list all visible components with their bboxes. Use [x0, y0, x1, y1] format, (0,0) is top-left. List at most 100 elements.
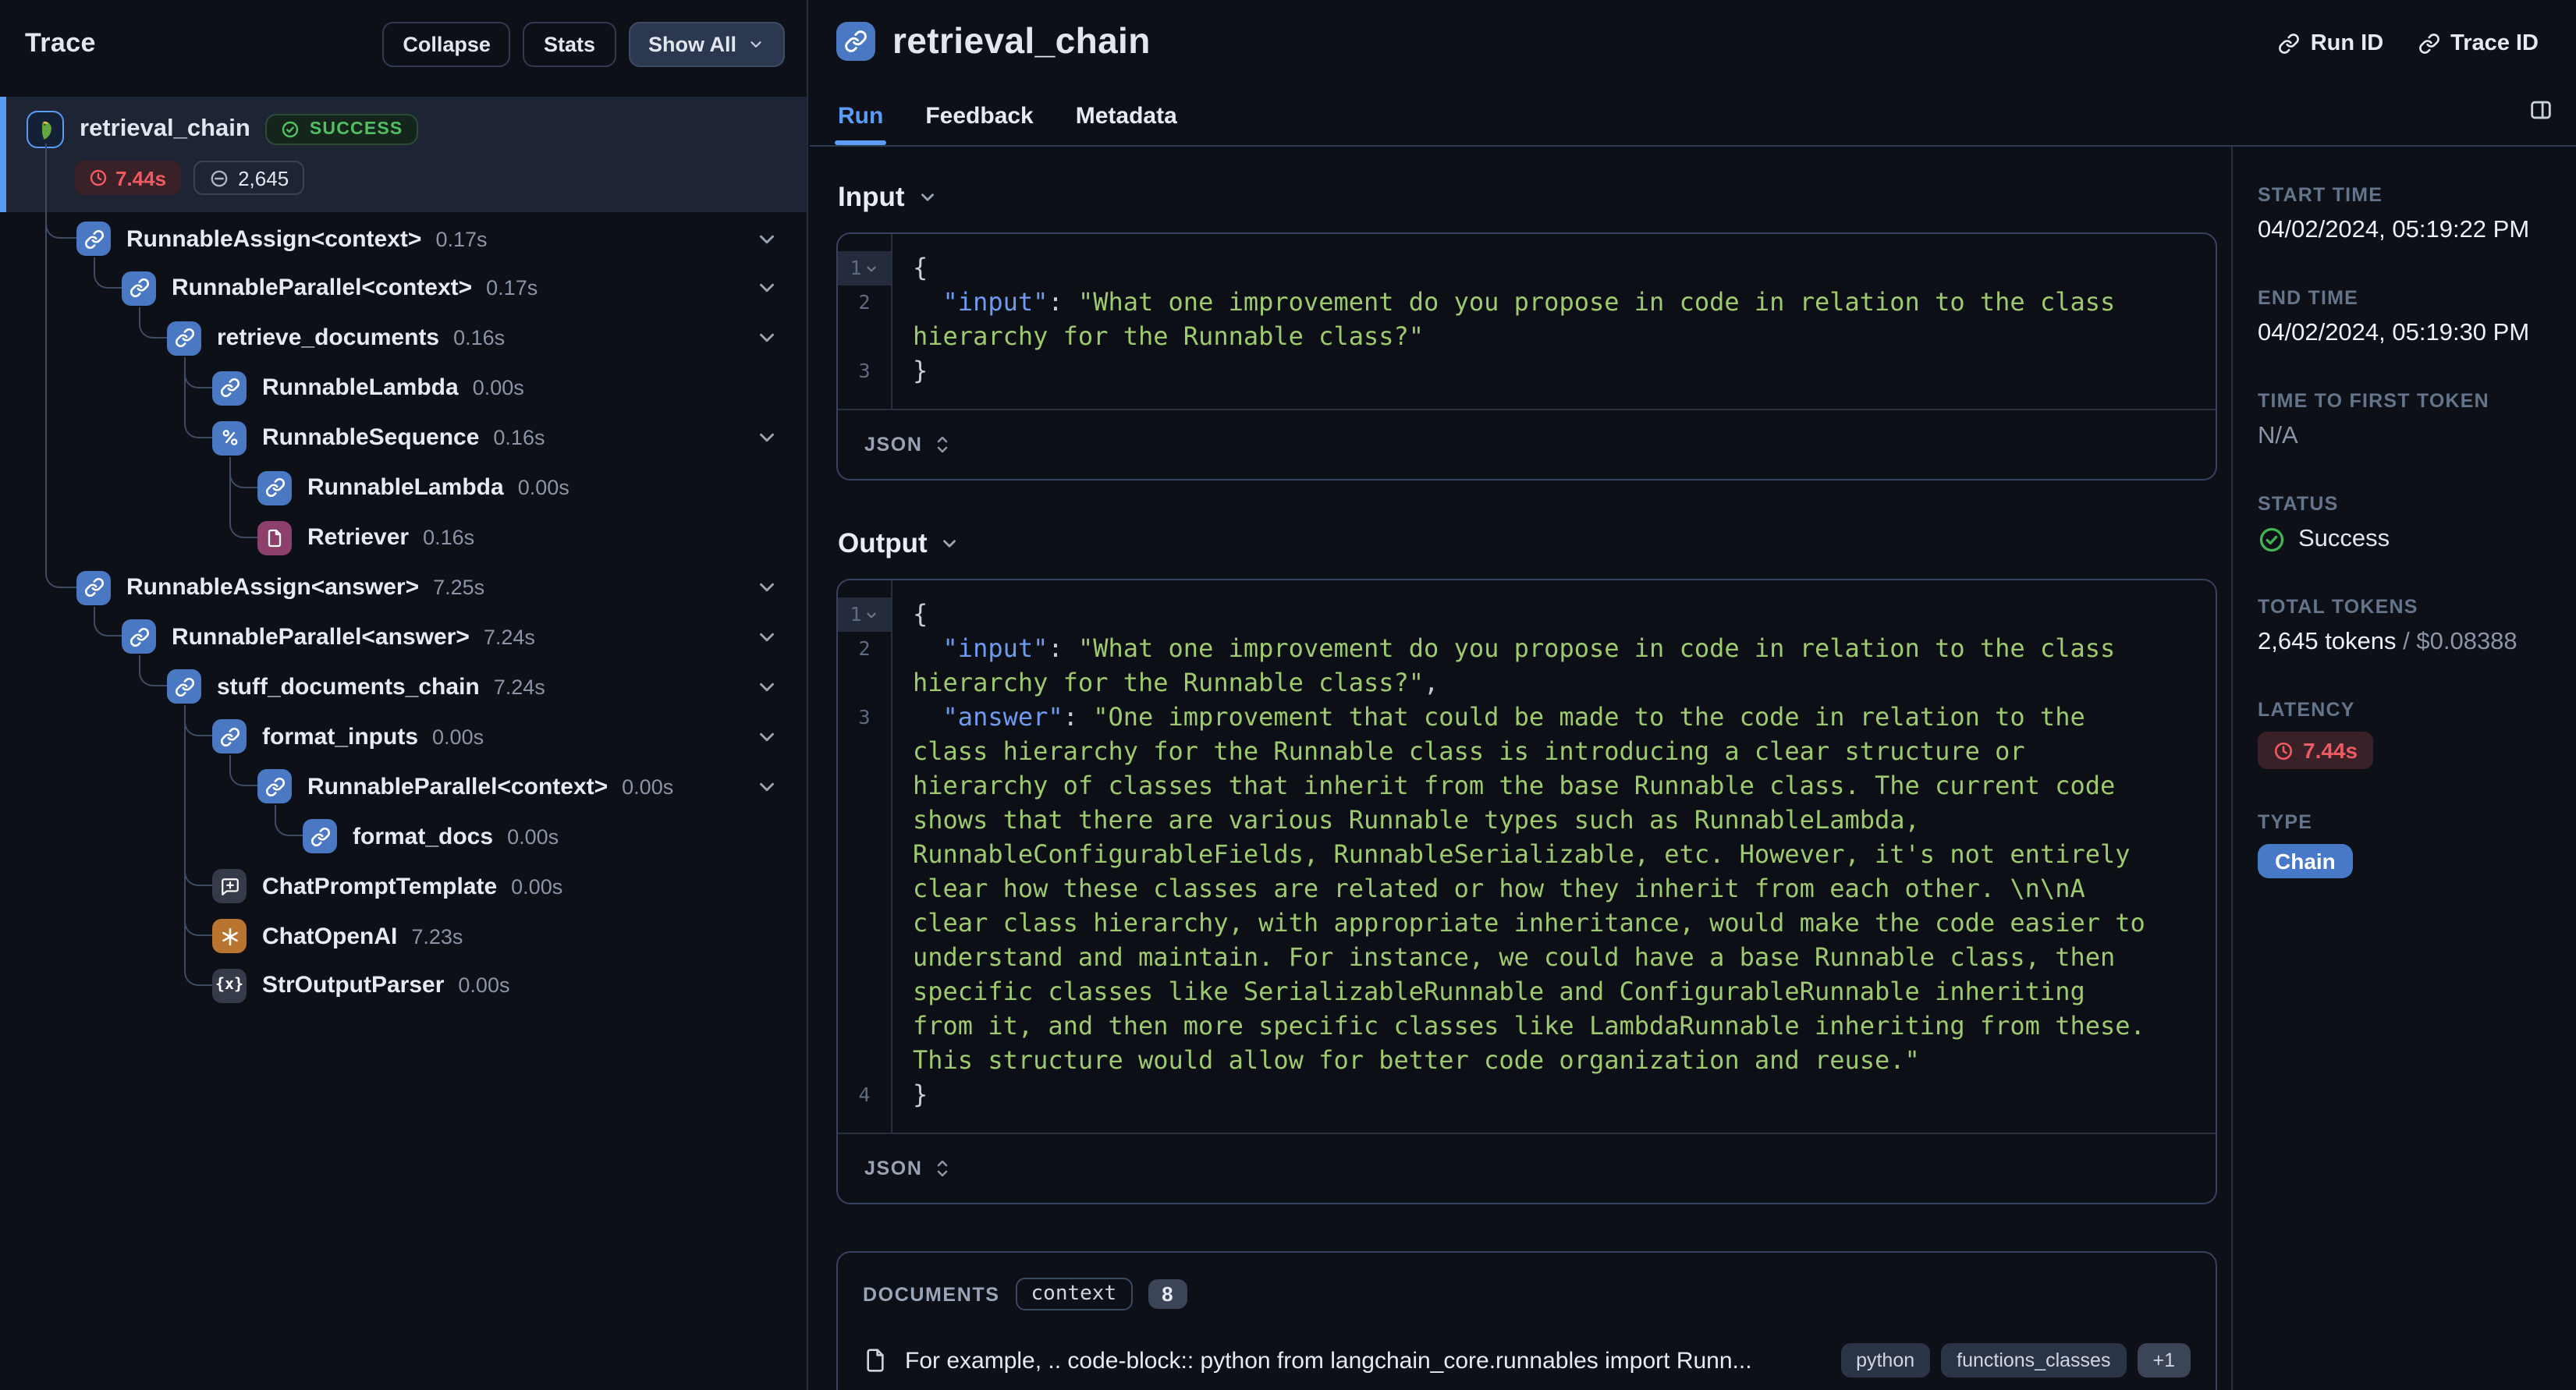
trace-panel-title: Trace	[25, 28, 96, 58]
document-row[interactable]: For example, .. code-block:: python from…	[863, 1343, 2191, 1378]
line-number-gutter[interactable]: 1	[838, 251, 891, 285]
chevron-down-icon[interactable]	[755, 576, 779, 599]
chevron-down-icon[interactable]	[755, 725, 779, 749]
selected-indicator	[0, 97, 6, 212]
trace-tree-item-runnableparallel-answer-[interactable]: RunnableParallel<answer> 7.24s	[0, 616, 807, 658]
input-section-header[interactable]: Input	[838, 181, 2217, 214]
status-value: Success	[2258, 526, 2564, 554]
chain-icon	[257, 769, 292, 804]
toggle-panel-icon[interactable]	[2528, 97, 2554, 123]
output-section-header[interactable]: Output	[838, 527, 2217, 560]
chain-icon	[122, 619, 156, 654]
fold-caret-icon[interactable]	[865, 261, 879, 275]
format-label: JSON	[864, 434, 923, 456]
tree-item-label: ChatOpenAI	[262, 923, 398, 950]
chevron-down-icon	[940, 534, 960, 554]
chevron-down-icon[interactable]	[755, 426, 779, 449]
tree-item-duration: 0.17s	[486, 276, 538, 300]
tree-item-label: retrieve_documents	[217, 324, 440, 352]
documents-label: DOCUMENTS	[863, 1283, 1000, 1305]
chevron-down-icon[interactable]	[755, 626, 779, 649]
tree-item-duration: 7.25s	[433, 576, 485, 599]
tree-item-label: StrOutputParser	[262, 972, 445, 999]
trace-tree-item-chatopenai[interactable]: ChatOpenAI 7.23s	[0, 915, 807, 957]
trace-tree-item-chatprompttemplate[interactable]: ChatPromptTemplate 0.00s	[0, 865, 807, 907]
run-details-sidebar: START TIME 04/02/2024, 05:19:22 PM END T…	[2231, 147, 2576, 1390]
sort-arrows-icon	[934, 434, 953, 456]
trace-tree-item-runnablelambda[interactable]: RunnableLambda 0.00s	[0, 466, 807, 509]
tree-item-duration: 0.00s	[517, 476, 569, 500]
documents-count-badge: 8	[1148, 1279, 1187, 1309]
document-text: For example, .. code-block:: python from…	[905, 1347, 1752, 1374]
tree-item-label: RunnableParallel<context>	[307, 773, 609, 800]
trace-tree-item-retriever[interactable]: Retriever 0.16s	[0, 516, 807, 558]
tab-run[interactable]: Run	[834, 103, 887, 145]
chevron-down-icon[interactable]	[755, 675, 779, 699]
input-heading: Input	[838, 181, 905, 212]
trace-panel: Trace Collapse Stats Show All retrieval_…	[0, 0, 808, 1390]
tree-item-label: ChatPromptTemplate	[262, 873, 498, 900]
tree-connector	[184, 705, 212, 986]
output-code-block: 1{2 "input": "What one improvement do yo…	[836, 579, 2217, 1204]
code-line: 2 "input": "What one improvement do you …	[838, 632, 2216, 700]
chevron-down-icon[interactable]	[755, 327, 779, 350]
trace-tree-item-retrieve-documents[interactable]: retrieve_documents 0.16s	[0, 317, 807, 360]
latency-value-badge: 7.44s	[2258, 732, 2374, 769]
tree-connector	[45, 144, 76, 587]
trace-tree-item-runnableparallel-context-[interactable]: RunnableParallel<context> 0.00s	[0, 765, 807, 807]
tree-item-duration: 0.00s	[432, 725, 484, 749]
chevron-down-icon[interactable]	[755, 227, 779, 250]
chain-icon	[167, 669, 201, 704]
chain-icon	[212, 719, 247, 754]
trace-tree-item-format-inputs[interactable]: format_inputs 0.00s	[0, 716, 807, 758]
tree-item-duration: 0.00s	[472, 376, 524, 400]
status-label: STATUS	[2258, 493, 2339, 515]
tab-feedback[interactable]: Feedback	[925, 103, 1033, 145]
tree-item-duration: 0.00s	[507, 824, 559, 849]
fold-caret-icon[interactable]	[865, 608, 879, 622]
document-tag: functions_classes	[1941, 1343, 2127, 1378]
trace-tree-item-runnablesequence[interactable]: RunnableSequence 0.16s	[0, 417, 807, 459]
output-parser-icon: {x}	[212, 968, 247, 1003]
tokens-badge: 2,645	[193, 161, 305, 195]
code-text: {	[913, 253, 928, 282]
collapse-button[interactable]: Collapse	[382, 21, 511, 66]
check-circle-icon	[2258, 526, 2286, 554]
document-more-tags-badge[interactable]: +1	[2137, 1343, 2191, 1378]
chevron-down-icon[interactable]	[755, 775, 779, 798]
documents-panel: DOCUMENTS context 8 For example, .. code…	[836, 1251, 2217, 1390]
clock-icon	[89, 168, 108, 187]
trace-id-button[interactable]: Trace ID	[2418, 31, 2539, 56]
trace-tree-item-stroutputparser[interactable]: {x} StrOutputParser 0.00s	[0, 965, 807, 1007]
trace-tree-item-stuff-documents-chain[interactable]: stuff_documents_chain 7.24s	[0, 666, 807, 708]
show-all-dropdown[interactable]: Show All	[628, 21, 785, 66]
tree-item-duration: 0.00s	[622, 775, 674, 799]
trace-root-item[interactable]: retrieval_chain SUCCESS 7.44s 2,645	[0, 97, 807, 212]
tree-item-label: format_inputs	[262, 723, 419, 750]
stats-button[interactable]: Stats	[523, 21, 616, 66]
link-icon	[2418, 33, 2439, 55]
trace-tree-item-runnablelambda[interactable]: RunnableLambda 0.00s	[0, 367, 807, 410]
line-number-gutter[interactable]: 1	[838, 597, 891, 632]
chain-icon	[76, 222, 111, 256]
tree-item-duration: 0.17s	[435, 227, 488, 250]
run-id-button[interactable]: Run ID	[2278, 31, 2383, 56]
code-text: }	[913, 356, 928, 385]
run-header: retrieval_chain Run ID Trace ID Run Feed…	[810, 0, 2576, 147]
input-format-selector[interactable]: JSON	[838, 409, 2216, 479]
trace-tree-item-runnableassign-context-[interactable]: RunnableAssign<context> 0.17s	[0, 218, 807, 260]
trace-tree-item-runnableparallel-context-[interactable]: RunnableParallel<context> 0.17s	[0, 268, 807, 310]
token-coin-icon	[208, 168, 229, 188]
tree-item-label: stuff_documents_chain	[217, 673, 480, 700]
format-label: JSON	[864, 1158, 923, 1179]
trace-tree-item-format-docs[interactable]: format_docs 0.00s	[0, 815, 807, 857]
chain-icon	[836, 22, 875, 61]
output-format-selector[interactable]: JSON	[838, 1133, 2216, 1203]
chevron-down-icon[interactable]	[755, 277, 779, 300]
trace-tree-item-runnableassign-answer-[interactable]: RunnableAssign<answer> 7.25s	[0, 566, 807, 608]
tree-item-duration: 0.16s	[453, 326, 506, 350]
code-text: }	[913, 1080, 928, 1109]
run-content: Input 1{2 "input": "What one improvement…	[810, 147, 2231, 1390]
tab-metadata[interactable]: Metadata	[1076, 103, 1177, 145]
chain-icon	[257, 470, 292, 505]
